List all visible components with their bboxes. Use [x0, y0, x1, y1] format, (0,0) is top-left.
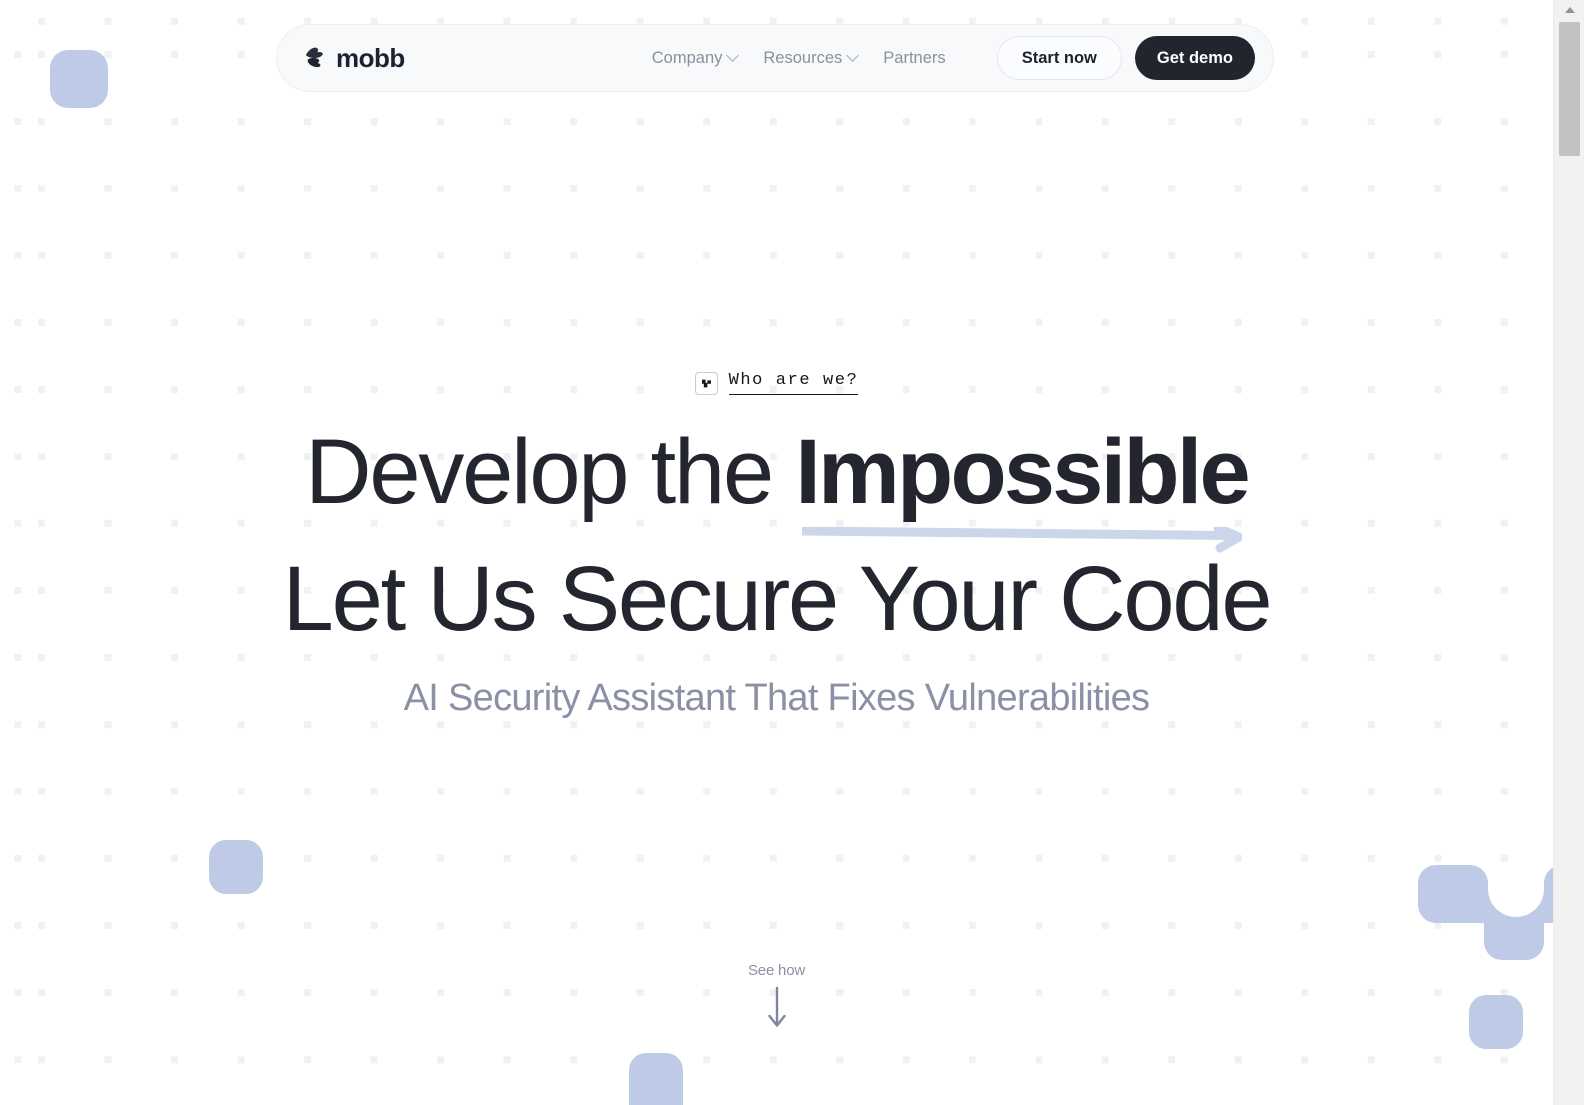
- who-are-we-label: Who are we?: [728, 372, 859, 395]
- nav-item-resources-label: Resources: [763, 48, 843, 67]
- brand-logo[interactable]: mobb: [303, 45, 405, 71]
- nav-links: Company Resources Partners: [652, 49, 946, 68]
- brand-name: mobb: [336, 43, 405, 73]
- arrow-down-icon: [766, 986, 788, 1035]
- nav-actions: Start now Get demo: [996, 36, 1255, 80]
- mobb-bandit-logo-icon: [303, 45, 329, 71]
- hero-headline-emphasis: Impossible: [795, 421, 1250, 523]
- decor-y-merge-shape-right: [1414, 845, 1553, 960]
- decor-rounded-square-top-left: [50, 50, 108, 108]
- hero-headline-regular: Develop the: [305, 421, 796, 523]
- see-how-label: See how: [748, 962, 805, 979]
- nav-item-partners-label: Partners: [883, 48, 946, 67]
- who-are-we-badge[interactable]: Who are we?: [0, 372, 1553, 395]
- hero-headline: Develop the Impossible Let Us Secure You…: [0, 421, 1553, 650]
- mobb-mark-icon: [694, 372, 718, 395]
- scroll-thumb[interactable]: [1559, 22, 1580, 156]
- hero-headline-line-1: Develop the Impossible: [0, 421, 1553, 523]
- vertical-scrollbar[interactable]: [1553, 0, 1584, 1105]
- nav-item-partners[interactable]: Partners: [883, 49, 945, 68]
- scroll-up-arrow-icon[interactable]: [1554, 0, 1584, 20]
- main-navbar: mobb Company Resources Partners Start no…: [276, 24, 1274, 92]
- nav-item-company[interactable]: Company: [651, 48, 740, 68]
- nav-item-resources[interactable]: Resources: [763, 48, 860, 68]
- see-how-scroll-cue[interactable]: See how: [0, 962, 1553, 1035]
- hero-subtitle: AI Security Assistant That Fixes Vulnera…: [403, 677, 1150, 719]
- page-canvas: mobb Company Resources Partners Start no…: [0, 0, 1553, 1105]
- decor-rounded-square-left: [209, 840, 263, 894]
- start-now-button[interactable]: Start now: [996, 36, 1122, 80]
- chevron-down-icon: [846, 48, 860, 62]
- hero-headline-line-2: Let Us Secure Your Code: [282, 547, 1273, 650]
- nav-item-company-label: Company: [651, 48, 723, 67]
- decor-rounded-square-bottom-center: [629, 1053, 683, 1105]
- chevron-down-icon: [726, 48, 740, 62]
- get-demo-button[interactable]: Get demo: [1134, 36, 1255, 80]
